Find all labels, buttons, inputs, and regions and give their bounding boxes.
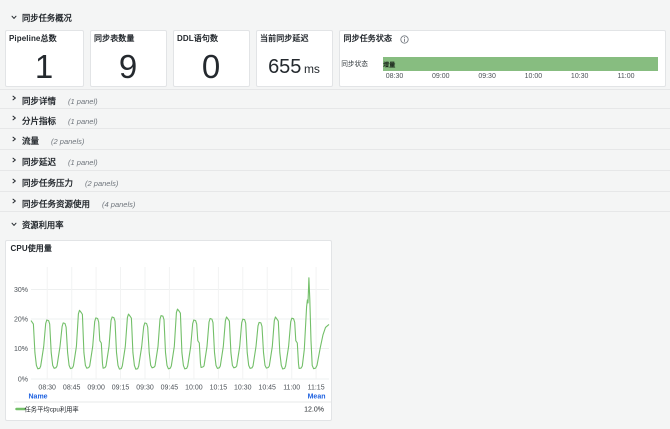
svg-text:30%: 30% [13,287,27,294]
svg-text:20%: 20% [13,317,27,324]
svg-text:0%: 0% [17,377,27,384]
svg-text:09:00: 09:00 [87,385,105,392]
svg-text:10:30: 10:30 [234,385,252,392]
svg-text:09:15: 09:15 [111,385,129,392]
svg-text:12.0%: 12.0% [304,407,324,414]
svg-text:09:30: 09:30 [136,385,154,392]
svg-text:Mean: Mean [307,394,325,401]
svg-text:09:45: 09:45 [160,385,178,392]
svg-text:10:00: 10:00 [185,385,203,392]
svg-text:Name: Name [28,394,47,401]
svg-text:10:15: 10:15 [209,385,227,392]
svg-text:08:30: 08:30 [38,385,56,392]
svg-text:10%: 10% [13,346,27,353]
svg-text:11:15: 11:15 [307,385,324,392]
svg-text:08:45: 08:45 [62,385,80,392]
svg-text:10:45: 10:45 [258,385,276,392]
svg-text:任务平均cpu利用率: 任务平均cpu利用率 [24,405,78,414]
svg-text:11:00: 11:00 [283,385,300,392]
